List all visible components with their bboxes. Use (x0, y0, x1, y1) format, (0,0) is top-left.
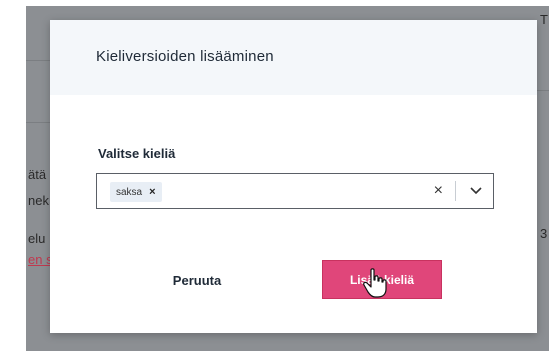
chip-label: saksa (116, 186, 143, 198)
indicator-separator (455, 181, 456, 201)
remove-chip-icon[interactable]: × (149, 186, 155, 198)
background-text: 3 (540, 226, 548, 241)
dialog-title: Kieliversioiden lisääminen (96, 48, 274, 65)
hand-pointer-icon (363, 268, 387, 298)
background-text: T (540, 12, 548, 27)
chevron-down-icon[interactable] (468, 184, 484, 198)
background-divider (26, 122, 50, 123)
background-divider (26, 60, 50, 61)
background-text: ätä (28, 167, 47, 182)
language-multiselect[interactable]: saksa × × (96, 173, 494, 209)
background-divider (537, 90, 549, 91)
background-text: elu (28, 231, 46, 246)
cancel-button[interactable]: Peruuta (142, 260, 252, 300)
background-link[interactable]: en s (28, 252, 53, 267)
language-select-label: Valitse kieliä (98, 146, 176, 161)
clear-selection-icon[interactable]: × (434, 182, 443, 200)
selected-language-chip: saksa × (110, 182, 162, 202)
background-text: nek (28, 193, 49, 208)
dialog-header: Kieliversioiden lisääminen (50, 20, 537, 95)
add-language-versions-dialog: Kieliversioiden lisääminen Valitse kieli… (50, 20, 537, 333)
